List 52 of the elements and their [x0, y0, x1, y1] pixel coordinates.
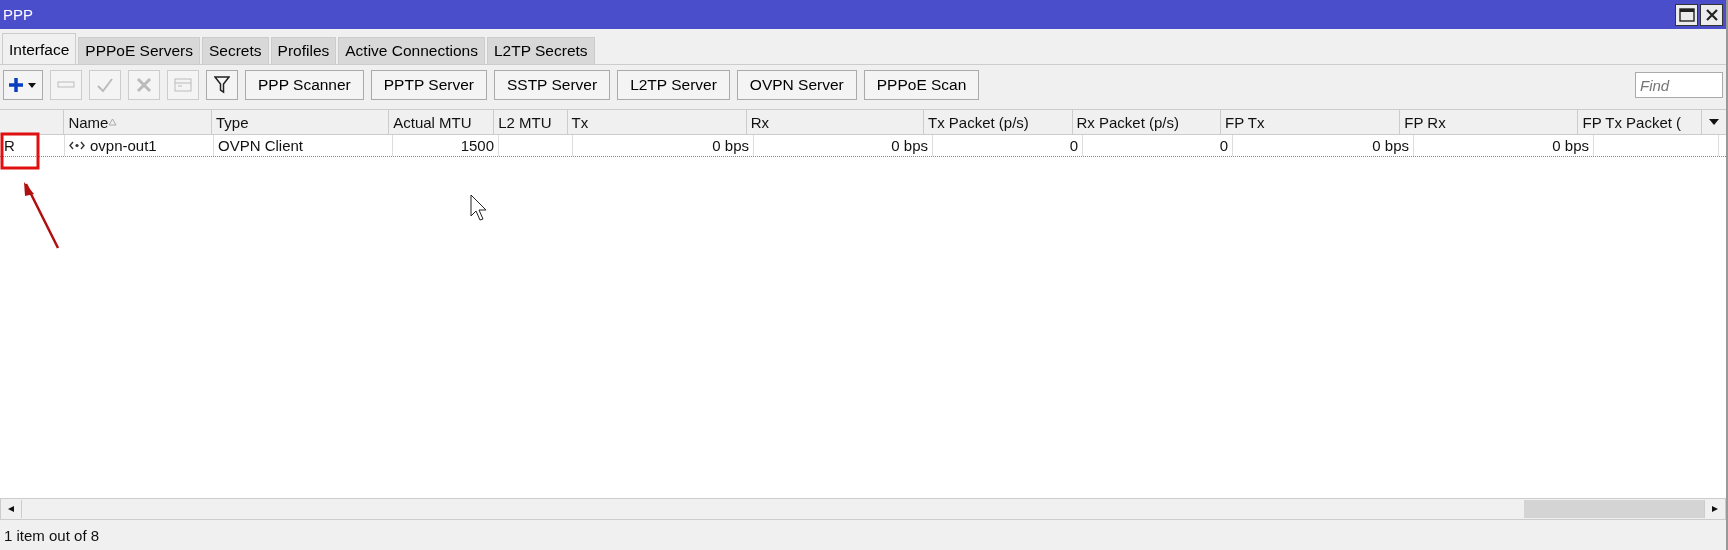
filter-icon [214, 76, 230, 94]
column-header[interactable]: Rx [746, 110, 924, 134]
table-cell: ovpn-out1 [90, 137, 157, 154]
column-header[interactable]: Tx Packet (p/s) [923, 110, 1073, 134]
column-header[interactable]: FP Rx [1400, 110, 1579, 134]
close-icon [1704, 7, 1719, 22]
table-cell: 0 bps [1372, 137, 1409, 154]
table-cell: 0 bps [891, 137, 928, 154]
column-header[interactable]: Tx [567, 110, 747, 134]
maximize-button[interactable] [1675, 3, 1698, 26]
table-cell: OVPN Client [218, 137, 304, 154]
table-cell: R [4, 137, 15, 154]
check-icon [96, 77, 114, 93]
maximize-icon [1678, 7, 1695, 22]
toolbar-button[interactable]: PPP Scanner [245, 70, 364, 100]
filter-button[interactable] [206, 70, 238, 100]
table-cell: 0 [1219, 137, 1228, 154]
sort-icon [108, 118, 118, 126]
tab[interactable]: Active Connections [338, 37, 485, 64]
tab[interactable]: Profiles [270, 37, 337, 64]
column-header[interactable]: Name [64, 110, 212, 134]
toolbar-button[interactable]: OVPN Server [736, 70, 857, 100]
plus-icon [8, 77, 38, 93]
toolbar-button[interactable]: SSTP Server [493, 70, 611, 100]
window-title: PPP [3, 6, 33, 23]
toolbar-button[interactable]: L2TP Server [617, 70, 730, 100]
tab[interactable]: L2TP Secrets [486, 37, 595, 64]
minus-icon [57, 81, 75, 89]
table-cell: 0 bps [1552, 137, 1589, 154]
add-button[interactable] [3, 70, 43, 100]
toolbar-button[interactable]: PPPoE Scan [863, 70, 980, 100]
table-cell: 0 bps [712, 137, 749, 154]
column-header[interactable]: L2 MTU [494, 110, 568, 134]
tab[interactable]: Interface [2, 33, 77, 64]
tab[interactable]: PPPoE Servers [78, 37, 200, 64]
interface-icon [69, 141, 85, 150]
toolbar-button[interactable]: PPTP Server [370, 70, 487, 100]
caret-icon [1708, 118, 1721, 126]
column-header[interactable]: Rx Packet (p/s) [1072, 110, 1222, 134]
cross-icon [136, 77, 152, 93]
tab[interactable]: Secrets [202, 37, 269, 64]
column-header[interactable]: FP Tx [1221, 110, 1401, 134]
status-text: 1 item out of 8 [4, 526, 100, 544]
table-cell: 0 [1069, 137, 1078, 154]
column-header[interactable]: Type [211, 110, 390, 134]
horizontal-scrollbar[interactable] [0, 498, 1726, 520]
highlight-box [0, 132, 40, 170]
note-icon [174, 78, 192, 92]
column-header[interactable]: Actual MTU [389, 110, 495, 134]
table-cell: 1500 [460, 137, 494, 154]
find-field[interactable]: Find [1635, 72, 1723, 98]
close-button[interactable] [1700, 3, 1723, 26]
